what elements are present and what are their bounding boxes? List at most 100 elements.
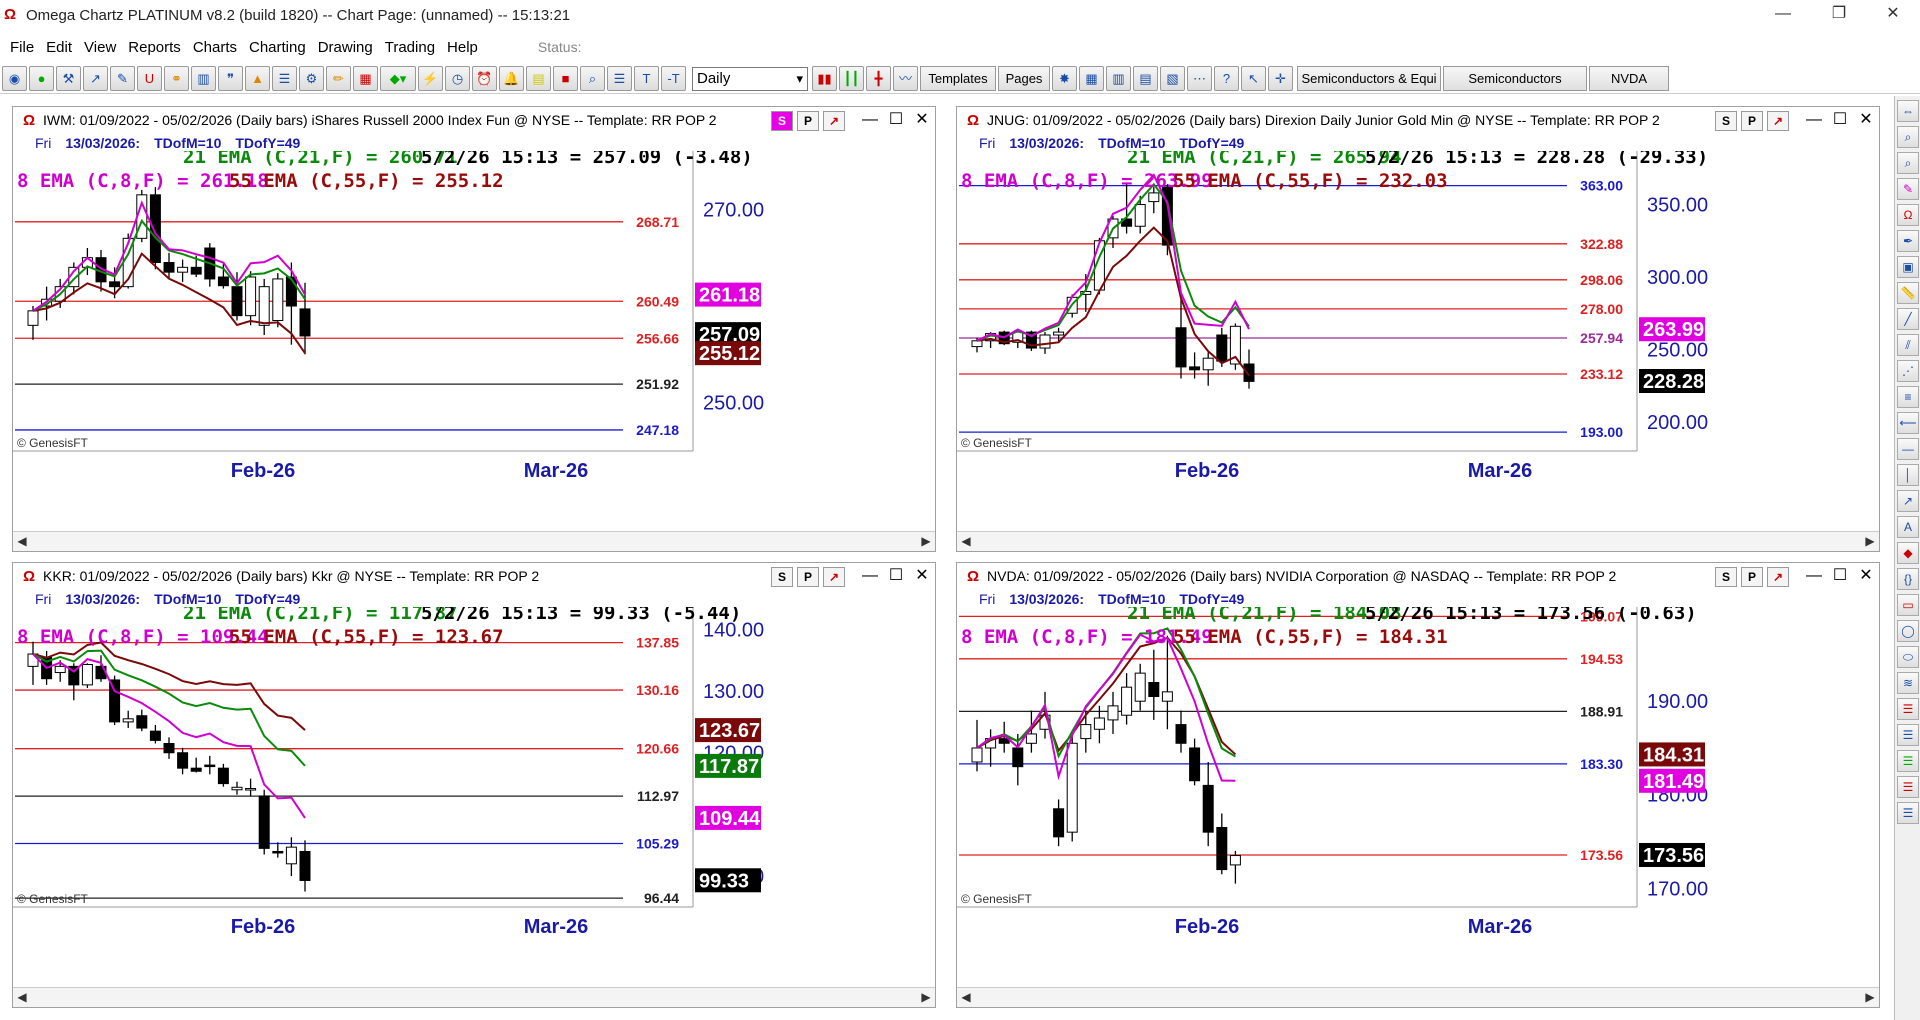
- snap-button[interactable]: S: [1715, 567, 1737, 587]
- tools-icon[interactable]: ⚒: [56, 66, 81, 91]
- scroll-left-icon[interactable]: ◀: [957, 988, 975, 1007]
- pane-restore-icon[interactable]: ☐: [1829, 111, 1851, 131]
- pencil-icon[interactable]: ✏: [326, 66, 351, 91]
- templates-button[interactable]: Templates: [920, 66, 996, 91]
- horizontal-scrollbar[interactable]: ◀ ▶: [13, 987, 935, 1007]
- pane-close-icon[interactable]: ✕: [1855, 111, 1877, 131]
- crosshair-icon[interactable]: ☰: [607, 66, 632, 91]
- help-cursor-icon[interactable]: ?: [1214, 66, 1239, 91]
- close-icon[interactable]: ✕: [1866, 0, 1920, 30]
- parallel-icon[interactable]: ≡: [1897, 386, 1919, 408]
- horizontal-ray-icon[interactable]: ⟵: [1897, 412, 1919, 434]
- bar-chart-icon[interactable]: ▥: [191, 66, 216, 91]
- ellipse-icon[interactable]: ⬭: [1897, 646, 1919, 668]
- bars-icon[interactable]: ╋: [866, 66, 891, 91]
- snap-button[interactable]: S: [1715, 111, 1737, 131]
- print-button[interactable]: P: [797, 111, 819, 131]
- network-icon[interactable]: ✸: [1052, 66, 1077, 91]
- horizontal-scrollbar[interactable]: ◀ ▶: [13, 531, 935, 551]
- paint-icon[interactable]: ✎: [1897, 178, 1919, 200]
- pane-close-icon[interactable]: ✕: [911, 567, 933, 587]
- pan-icon[interactable]: ⇔: [1897, 100, 1919, 122]
- color-dropdown-icon[interactable]: ◆▾: [380, 66, 416, 91]
- pen-icon[interactable]: ✒: [1897, 230, 1919, 252]
- pane-restore-icon[interactable]: ☐: [1829, 567, 1851, 587]
- magnifier-icon[interactable]: ⌕: [1897, 126, 1919, 148]
- menu-charting[interactable]: Charting: [249, 39, 306, 56]
- scan-icon[interactable]: ⋯: [1187, 66, 1212, 91]
- diamond-icon[interactable]: ◆: [1897, 542, 1919, 564]
- stop-icon[interactable]: ■: [553, 66, 578, 91]
- minimize-icon[interactable]: —: [1756, 0, 1810, 30]
- pane-close-icon[interactable]: ✕: [911, 111, 933, 131]
- rectangle-icon[interactable]: ▭: [1897, 594, 1919, 616]
- scroll-right-icon[interactable]: ▶: [1861, 532, 1879, 551]
- channel-icon[interactable]: ⫽: [1897, 334, 1919, 356]
- popout-button[interactable]: ↗: [1767, 567, 1789, 587]
- menu-drawing[interactable]: Drawing: [318, 39, 373, 56]
- menu-reports[interactable]: Reports: [128, 39, 181, 56]
- vertical-line-icon[interactable]: │: [1897, 464, 1919, 486]
- fan-icon[interactable]: ⋰: [1897, 360, 1919, 382]
- globe-icon[interactable]: ◉: [2, 66, 27, 91]
- list-icon[interactable]: ☰: [272, 66, 297, 91]
- popout-button[interactable]: ↗: [823, 567, 845, 587]
- layout-cols-icon[interactable]: ▥: [1106, 66, 1131, 91]
- traffic-light-icon[interactable]: ●: [29, 66, 54, 91]
- gann-box-icon[interactable]: ☰: [1897, 802, 1919, 824]
- zoom-out-icon[interactable]: ⌕: [1897, 152, 1919, 174]
- link-icon[interactable]: ⚭: [164, 66, 189, 91]
- layout-grid-icon[interactable]: ▦: [1079, 66, 1104, 91]
- zoom-icon[interactable]: ⌕: [580, 66, 605, 91]
- popout-button[interactable]: ↗: [823, 111, 845, 131]
- horizontal-line-icon[interactable]: —: [1897, 438, 1919, 460]
- pane-minimize-icon[interactable]: —: [859, 567, 881, 587]
- menu-edit[interactable]: Edit: [46, 39, 72, 56]
- fib-time-icon[interactable]: ☰: [1897, 750, 1919, 772]
- line-chart-icon[interactable]: 〰: [893, 66, 918, 91]
- period-select[interactable]: Daily: [692, 66, 808, 91]
- mountain-icon[interactable]: ▲: [245, 66, 270, 91]
- menu-view[interactable]: View: [84, 39, 116, 56]
- snap-button[interactable]: S: [771, 567, 793, 587]
- pane-minimize-icon[interactable]: —: [1803, 567, 1825, 587]
- gann-icon[interactable]: ☰: [1897, 776, 1919, 798]
- quote-icon[interactable]: ❞: [218, 66, 243, 91]
- horizontal-scrollbar[interactable]: ◀ ▶: [957, 987, 1879, 1007]
- ohlc-icon[interactable]: ┃┃: [839, 66, 864, 91]
- watchlist-semis-button[interactable]: Semiconductors: [1443, 66, 1587, 91]
- image-icon[interactable]: ▣: [1897, 256, 1919, 278]
- pane-minimize-icon[interactable]: —: [1803, 111, 1825, 131]
- watchlist-semis-equip-button[interactable]: Semiconductors & Equi: [1297, 66, 1441, 91]
- pane-restore-icon[interactable]: ☐: [885, 567, 907, 587]
- print-button[interactable]: P: [797, 567, 819, 587]
- pane-close-icon[interactable]: ✕: [1855, 567, 1877, 587]
- delete-text-icon[interactable]: -T: [661, 66, 686, 91]
- text-a-icon[interactable]: A: [1897, 516, 1919, 538]
- menu-help[interactable]: Help: [447, 39, 478, 56]
- arrow-icon[interactable]: ↗: [1897, 490, 1919, 512]
- chart-tool-icon[interactable]: ↗: [83, 66, 108, 91]
- clock-icon[interactable]: ◷: [445, 66, 470, 91]
- pages-button[interactable]: Pages: [998, 66, 1050, 91]
- wave-icon[interactable]: ≋: [1897, 672, 1919, 694]
- scroll-right-icon[interactable]: ▶: [917, 988, 935, 1007]
- restore-icon[interactable]: ❐: [1812, 0, 1866, 30]
- scroll-right-icon[interactable]: ▶: [1861, 988, 1879, 1007]
- gear-icon[interactable]: ⚙: [299, 66, 324, 91]
- alarm-icon[interactable]: ⏰: [472, 66, 497, 91]
- horizontal-scrollbar[interactable]: ◀ ▶: [957, 531, 1879, 551]
- snap-button[interactable]: S: [771, 111, 793, 131]
- brush-icon[interactable]: ✎: [110, 66, 135, 91]
- pane-minimize-icon[interactable]: —: [859, 111, 881, 131]
- fib-ext-icon[interactable]: ☰: [1897, 724, 1919, 746]
- popout-button[interactable]: ↗: [1767, 111, 1789, 131]
- insert-text-icon[interactable]: T: [634, 66, 659, 91]
- watchlist-nvda-button[interactable]: NVDA: [1589, 66, 1669, 91]
- scroll-left-icon[interactable]: ◀: [13, 532, 31, 551]
- price-chart[interactable]: 363.00 322.88 298.06 278.00 257.94 233.12 193.…: [957, 151, 1879, 531]
- ruler-icon[interactable]: 📏: [1897, 282, 1919, 304]
- pane-restore-icon[interactable]: ☐: [885, 111, 907, 131]
- scroll-left-icon[interactable]: ◀: [13, 988, 31, 1007]
- crosshair-cursor-icon[interactable]: ✛: [1268, 66, 1293, 91]
